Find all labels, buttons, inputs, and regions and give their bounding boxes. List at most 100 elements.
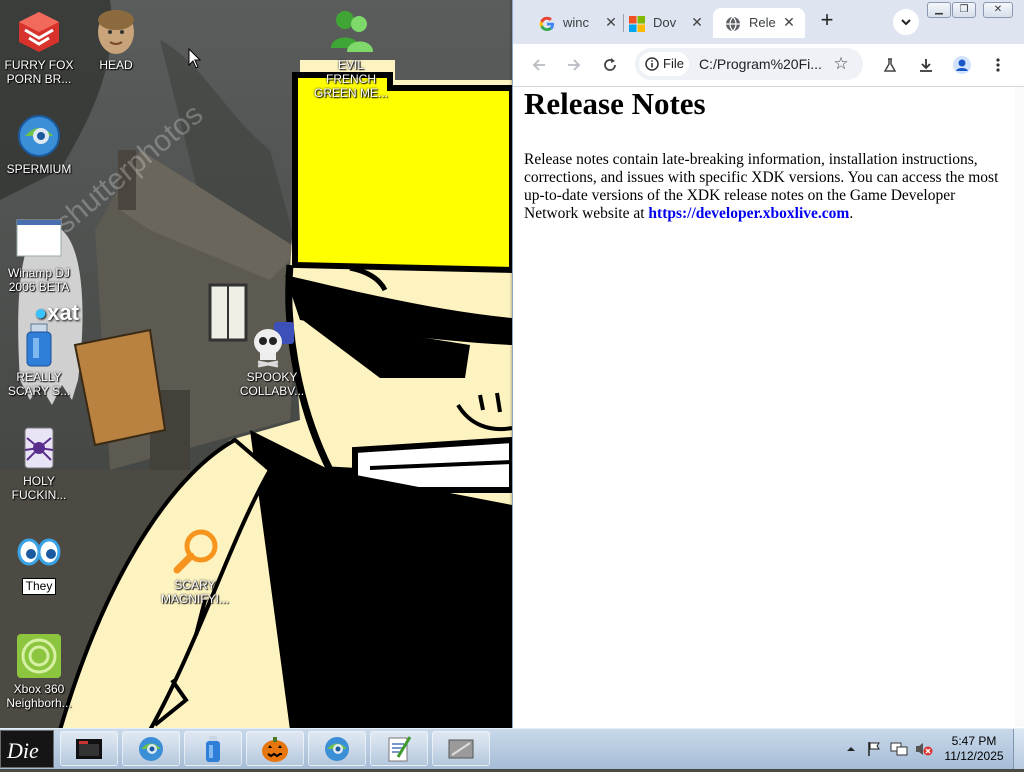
- flask-icon: [883, 58, 897, 72]
- info-icon: [645, 57, 659, 71]
- browser-window: winc ✕ Dov ✕ Rele ✕ + ▁ ❐ ✕ File C:/Prog…: [512, 0, 1024, 728]
- release-notes-paragraph: Release notes contain late-breaking info…: [524, 151, 1010, 223]
- desktop-icon-label: REALLY SCARY S...: [7, 370, 71, 398]
- close-icon[interactable]: ✕: [689, 14, 705, 31]
- action-center-flag-icon[interactable]: [866, 741, 882, 757]
- desktop-icon-label: SPERMIUM: [6, 162, 72, 176]
- desktop-icon-label: EVIL FRENCH GREEN ME...: [313, 58, 388, 100]
- desktop-icon-winamp[interactable]: Winamp DJ 2006 BETA: [1, 216, 77, 294]
- tab-search-button[interactable]: [893, 9, 919, 35]
- desktop-icon-label: SCARY MAGNIFYI...: [160, 578, 229, 606]
- arrow-right-icon: [568, 59, 581, 71]
- skull-icon: [254, 322, 294, 368]
- arrow-left-icon: [532, 59, 545, 71]
- start-button[interactable]: Die: [0, 730, 54, 768]
- blue-globe-browser-icon: [325, 737, 349, 761]
- desktop-icon-really-scary[interactable]: REALLY SCARY S...: [1, 320, 77, 398]
- minimize-button[interactable]: ▁: [927, 2, 951, 18]
- desktop-icon-furry-fox[interactable]: FURRY FOX PORN BR...: [1, 8, 77, 86]
- tab-title: winc: [563, 15, 590, 30]
- google-g-icon: [539, 16, 554, 31]
- desktop-icon-label: HEAD: [99, 58, 133, 72]
- blue-globe-browser-icon: [139, 737, 163, 761]
- tab-microsoft[interactable]: Dov ✕: [617, 8, 713, 38]
- chevron-down-icon: [901, 19, 911, 26]
- labs-button[interactable]: [878, 53, 902, 77]
- desktop-icon-xbox360[interactable]: Xbox 360 Neighborh...: [1, 632, 77, 710]
- url-text[interactable]: C:/Program%20Fi...: [699, 48, 829, 80]
- downloads-button[interactable]: [914, 53, 938, 77]
- new-tab-button[interactable]: +: [815, 9, 839, 33]
- system-tray: 5:47 PM 11/12/2025: [840, 729, 1024, 769]
- desktop-icon-head[interactable]: HEAD: [78, 8, 154, 72]
- blank-window-icon: [16, 219, 62, 257]
- taskbar-app-browser[interactable]: [122, 731, 180, 766]
- back-button[interactable]: [527, 53, 551, 77]
- start-logo-icon: Die: [6, 738, 39, 763]
- tab-strip: winc ✕ Dov ✕ Rele ✕ + ▁ ❐ ✕: [513, 0, 1024, 44]
- mouse-cursor-icon: [188, 48, 202, 69]
- network-icon[interactable]: [890, 741, 908, 757]
- menu-button[interactable]: [986, 53, 1010, 77]
- desktop-icon-label: FURRY FOX PORN BR...: [4, 58, 74, 86]
- desktop-icon-label: Winamp DJ 2006 BETA: [7, 266, 70, 294]
- show-desktop-button[interactable]: [1013, 729, 1024, 769]
- taskbar-app-pumpkin[interactable]: [246, 731, 304, 766]
- reload-icon: [604, 58, 616, 71]
- taskbar-app-notepad[interactable]: [370, 731, 428, 766]
- blue-usb-drive-icon: [26, 323, 52, 367]
- bookmark-star-icon[interactable]: ☆: [829, 52, 853, 76]
- desktop-icon-label: SPOOKY COLLABV...: [239, 370, 305, 398]
- desktop-icon-scary-magnifier[interactable]: SCARY MAGNIFYI...: [157, 528, 233, 606]
- close-icon[interactable]: ✕: [781, 14, 797, 31]
- blue-globe-browser-icon: [18, 115, 60, 157]
- address-bar[interactable]: File C:/Program%20Fi... ☆: [635, 48, 863, 80]
- notepad-icon: [388, 736, 412, 762]
- magnifier-icon: [173, 529, 218, 574]
- taskbar-app-usb[interactable]: [184, 731, 242, 766]
- page-title: Release Notes: [524, 86, 706, 121]
- paragraph-end: .: [849, 205, 854, 222]
- reload-button[interactable]: [598, 53, 622, 77]
- clock-date: 11/12/2025: [944, 749, 1004, 763]
- folder-window-icon: [76, 739, 102, 759]
- taskbar-app-browser-2[interactable]: [308, 731, 366, 766]
- maximize-button[interactable]: ❐: [952, 2, 976, 18]
- tab-release-notes[interactable]: Rele ✕: [713, 8, 805, 38]
- show-hidden-icons-icon[interactable]: [846, 744, 856, 754]
- close-window-button[interactable]: ✕: [983, 2, 1013, 18]
- blue-usb-drive-icon: [206, 736, 220, 762]
- tab-title: Rele: [749, 15, 776, 30]
- green-xbox-icon: [17, 634, 61, 678]
- desktop-icon-they[interactable]: They: [1, 528, 77, 595]
- taskbar-clock[interactable]: 5:47 PM 11/12/2025: [938, 734, 1010, 764]
- head-avatar-icon: [98, 10, 134, 54]
- taskbar-app-window[interactable]: [432, 731, 490, 766]
- spider-card-icon: [24, 427, 54, 469]
- scheme-label: File: [663, 56, 684, 71]
- microsoft-logo-icon: [629, 16, 645, 32]
- desktop-icon-spermium[interactable]: SPERMIUM: [1, 112, 77, 176]
- profile-avatar-icon: [953, 56, 971, 74]
- developer-link[interactable]: https://developer.xboxlive.com: [648, 205, 849, 222]
- red-cube-browser-icon: [19, 12, 59, 52]
- desktop-icon-spooky[interactable]: SPOOKY COLLABV...: [234, 320, 310, 398]
- taskbar-app-explorer[interactable]: [60, 731, 118, 766]
- globe-icon: [726, 16, 740, 32]
- icon-rename-field[interactable]: They: [21, 578, 57, 595]
- profile-button[interactable]: [950, 53, 974, 77]
- desktop-icon-holy[interactable]: HOLY FUCKIN...: [1, 424, 77, 502]
- tab-google[interactable]: winc ✕: [527, 8, 627, 38]
- vertical-scrollbar[interactable]: [1015, 87, 1024, 727]
- desktop-icon-label: HOLY FUCKIN...: [11, 474, 67, 502]
- download-icon: [920, 59, 932, 72]
- tab-title: Dov: [653, 15, 677, 30]
- site-info-chip[interactable]: File: [639, 52, 689, 76]
- green-messenger-people-icon: [331, 11, 373, 52]
- eyes-icon: [17, 538, 61, 566]
- kebab-menu-icon: [996, 58, 1000, 72]
- volume-muted-icon[interactable]: [914, 741, 934, 757]
- desktop-icon-label: Xbox 360 Neighborh...: [6, 682, 72, 710]
- desktop-icon-evil-french[interactable]: EVIL FRENCH GREEN ME...: [313, 8, 389, 100]
- forward-button[interactable]: [562, 53, 586, 77]
